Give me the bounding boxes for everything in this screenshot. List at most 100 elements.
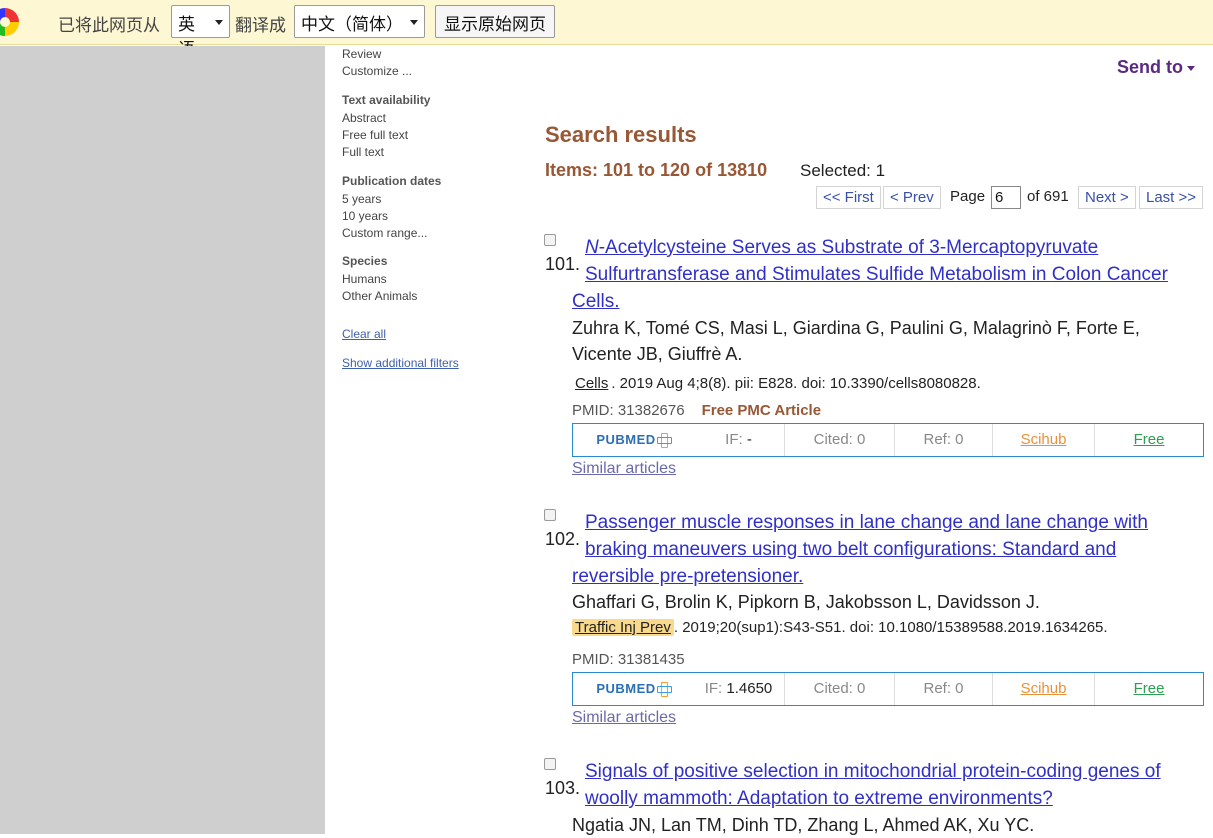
- result-title-link[interactable]: Cells.: [572, 288, 1202, 315]
- pager-next-button[interactable]: Next >: [1078, 186, 1136, 209]
- filter-free-full-text[interactable]: Free full text: [342, 128, 408, 142]
- pubmed-logo[interactable]: PUBMED: [573, 424, 693, 456]
- result-citation: Cells. 2019 Aug 4;8(8). pii: E828. doi: …: [572, 375, 981, 392]
- result-checkbox[interactable]: [544, 234, 556, 246]
- title-line: Passenger muscle responses in lane chang…: [585, 512, 1148, 533]
- clear-all-link[interactable]: Clear all: [342, 327, 386, 341]
- scihub-cell: Scihub: [993, 673, 1095, 705]
- citation-text: . 2019 Aug 4;8(8). pii: E828. doi: 10.33…: [611, 375, 981, 392]
- if-value: -: [746, 431, 752, 448]
- result-title-link[interactable]: Passenger muscle responses in lane chang…: [585, 509, 1205, 563]
- result-toolbar: PUBMED IF: - Cited: 0 Ref: 0 Scihub Free: [572, 423, 1204, 457]
- scihub-link[interactable]: Scihub: [1021, 680, 1067, 697]
- pubmed-plus-icon: [656, 682, 672, 697]
- filter-heading-publication-dates: Publication dates: [342, 174, 442, 188]
- source-language-select[interactable]: 英语: [171, 5, 230, 60]
- scihub-cell: Scihub: [993, 424, 1095, 456]
- result-title-link[interactable]: N-Acetylcysteine Serves as Substrate of …: [585, 234, 1205, 288]
- title-line: braking maneuvers using two belt configu…: [585, 539, 1117, 560]
- left-gutter: [0, 46, 325, 834]
- chevron-down-icon: [1187, 65, 1195, 71]
- show-additional-filters-link[interactable]: Show additional filters: [342, 356, 459, 370]
- impact-factor: IF: -: [693, 424, 785, 456]
- result-title-link[interactable]: Signals of positive selection in mitocho…: [585, 758, 1205, 812]
- ref-count: Ref: 0: [895, 424, 993, 456]
- target-language-select[interactable]: 中文（简体）: [294, 5, 425, 38]
- translate-bar: 已将此网页从 英语 翻译成 中文（简体） 显示原始网页: [0, 0, 1213, 60]
- filter-humans[interactable]: Humans: [342, 272, 387, 286]
- free-link[interactable]: Free: [1134, 431, 1165, 448]
- pubmed-plus-icon: [656, 433, 672, 448]
- page-title: Search results: [545, 122, 697, 147]
- show-original-button[interactable]: 显示原始网页: [435, 5, 555, 38]
- translate-to-label: 翻译成: [235, 16, 286, 36]
- pubmed-logo-text: PUBMED: [596, 681, 656, 696]
- title-line: -Acetylcysteine Serves as Substrate of 3…: [598, 237, 1099, 258]
- result-checkbox[interactable]: [544, 758, 556, 770]
- filter-heading-species: Species: [342, 254, 388, 268]
- citation-text: . 2019;20(sup1):S43-S51. doi: 10.1080/15…: [673, 619, 1108, 636]
- result-authors: Ghaffari G, Brolin K, Pipkorn B, Jakobss…: [572, 592, 1040, 612]
- result-authors: Vicente JB, Giuffrè A.: [572, 344, 743, 364]
- free-cell: Free: [1095, 424, 1203, 456]
- pubmed-logo[interactable]: PUBMED: [573, 673, 693, 705]
- similar-articles-link[interactable]: Similar articles: [572, 460, 676, 478]
- page-label: Page: [950, 188, 986, 205]
- journal-link[interactable]: Cells: [572, 375, 611, 392]
- ref-count: Ref: 0: [895, 673, 993, 705]
- filter-5-years[interactable]: 5 years: [342, 192, 381, 206]
- result-pmid: PMID: 31382676 Free PMC Article: [572, 402, 821, 419]
- google-translate-icon[interactable]: [0, 8, 19, 36]
- title-italic-part: N: [585, 237, 599, 258]
- target-language-value: 中文（简体）: [301, 15, 403, 35]
- filter-custom-range[interactable]: Custom range...: [342, 226, 427, 240]
- items-count: Items: 101 to 120 of 13810: [545, 160, 768, 180]
- title-line: Sulfurtransferase and Stimulates Sulfide…: [585, 264, 1168, 285]
- result-checkbox[interactable]: [544, 509, 556, 521]
- scihub-link[interactable]: Scihub: [1021, 431, 1067, 448]
- page-number-input[interactable]: [991, 186, 1021, 209]
- selected-count: Selected: 1: [800, 161, 886, 180]
- result-number: 103.: [545, 778, 581, 798]
- pager-prev-button[interactable]: < Prev: [883, 186, 941, 209]
- filter-abstract[interactable]: Abstract: [342, 111, 386, 125]
- similar-articles-link[interactable]: Similar articles: [572, 709, 676, 727]
- pager-first-button[interactable]: << First: [816, 186, 881, 209]
- filter-10-years[interactable]: 10 years: [342, 209, 388, 223]
- title-line: woolly mammoth: Adaptation to extreme en…: [585, 788, 1053, 809]
- filter-full-text[interactable]: Full text: [342, 145, 384, 159]
- filter-customize[interactable]: Customize ...: [342, 64, 412, 78]
- result-pmid: PMID: 31381435: [572, 651, 685, 668]
- impact-factor: IF: 1.4650: [693, 673, 785, 705]
- filter-other-animals[interactable]: Other Animals: [342, 289, 417, 303]
- pmid-text: PMID: 31382676: [572, 402, 685, 419]
- pmid-text: PMID: 31381435: [572, 651, 685, 668]
- if-label: IF:: [704, 680, 723, 697]
- result-number: 101.: [545, 254, 581, 274]
- if-value: 1.4650: [726, 680, 773, 697]
- title-line: Signals of positive selection in mitocho…: [585, 761, 1161, 782]
- pager-last-button[interactable]: Last >>: [1139, 186, 1204, 209]
- free-link[interactable]: Free: [1134, 680, 1165, 697]
- send-to-label: Send to: [1117, 57, 1183, 77]
- if-label: IF:: [725, 431, 743, 448]
- free-cell: Free: [1095, 673, 1203, 705]
- journal-link[interactable]: Traffic Inj Prev: [572, 619, 674, 636]
- cited-count: Cited: 0: [785, 673, 895, 705]
- free-pmc-badge: Free PMC Article: [701, 402, 822, 419]
- filter-review[interactable]: Review: [342, 47, 381, 61]
- cited-count: Cited: 0: [785, 424, 895, 456]
- result-authors: Ngatia JN, Lan TM, Dinh TD, Zhang L, Ahm…: [572, 815, 1035, 835]
- result-title-link[interactable]: reversible pre-pretensioner.: [572, 563, 1202, 590]
- result-number: 102.: [545, 529, 581, 549]
- filter-heading-text-availability: Text availability: [342, 93, 431, 107]
- page-total: of 691: [1027, 188, 1069, 205]
- pubmed-logo-text: PUBMED: [596, 432, 656, 447]
- translate-from-label: 已将此网页从: [58, 16, 160, 36]
- send-to-menu[interactable]: Send to: [1117, 57, 1195, 78]
- result-toolbar: PUBMED IF: 1.4650 Cited: 0 Ref: 0 Scihub…: [572, 672, 1204, 706]
- chevron-down-icon: [215, 20, 223, 25]
- result-citation: Traffic Inj Prev. 2019;20(sup1):S43-S51.…: [572, 619, 1108, 636]
- chevron-down-icon: [410, 20, 418, 25]
- result-authors: Zuhra K, Tomé CS, Masi L, Giardina G, Pa…: [572, 318, 1140, 338]
